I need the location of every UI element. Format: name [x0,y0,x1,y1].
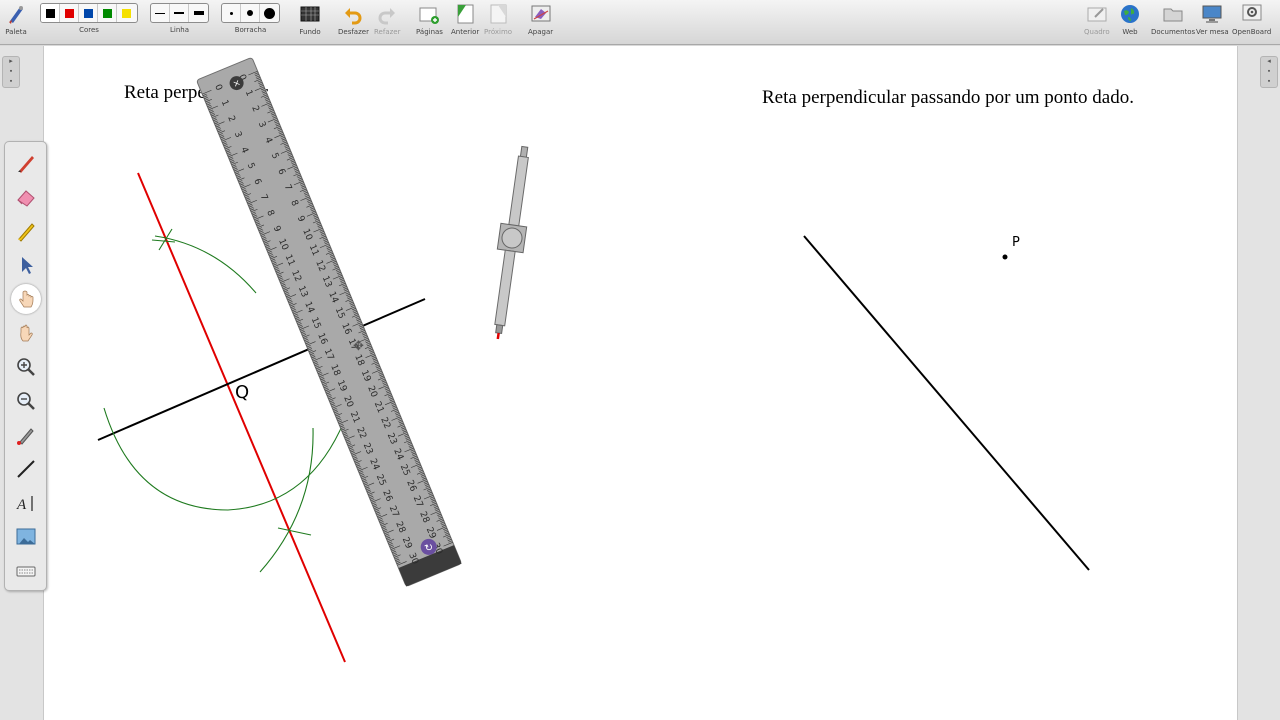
background-grid-icon [299,3,321,25]
title-right: Reta perpendicular passando por um ponto… [762,87,1134,108]
line-medium[interactable] [170,4,189,22]
whiteboard-canvas[interactable] [44,46,1237,720]
color-black[interactable] [41,4,60,22]
line-icon [17,460,35,478]
line-label: Linha [169,26,189,34]
board-icon [1086,3,1108,25]
folder-icon [1162,3,1184,25]
documents-mode-button[interactable]: Documentos [1151,3,1195,36]
redo-label: Refazer [374,28,401,36]
palette-button[interactable]: Paleta [5,3,27,36]
openboard-menu-button[interactable]: OpenBoard [1232,3,1271,36]
colors-label: Cores [79,26,99,34]
web-label: Web [1122,28,1138,36]
color-red[interactable] [60,4,79,22]
board-label: Quadro [1084,28,1110,36]
line-thick[interactable] [189,4,208,22]
pages-button[interactable]: Páginas [416,3,443,36]
previous-page-button[interactable]: Anterior [451,3,479,36]
web-mode-button[interactable]: Web [1119,3,1141,36]
selector-tool-button[interactable] [11,250,41,280]
eraser-medium[interactable] [241,4,260,22]
monitor-icon [1201,3,1223,25]
line-tool-button[interactable] [11,454,41,484]
zoom-in-icon [17,358,35,376]
eraser-large[interactable] [260,4,279,22]
zoom-out-icon [17,392,35,410]
zoom-out-button[interactable] [11,386,41,416]
marker-icon [18,223,35,242]
color-blue[interactable] [79,4,98,22]
hand-pointer-icon [19,290,34,308]
capture-tool-button[interactable] [11,522,41,552]
background-button[interactable]: Fundo [299,3,321,36]
keyboard-icon [16,566,36,577]
background-label: Fundo [299,28,321,36]
eraser-tool-button[interactable] [11,182,41,212]
interact-tool-button[interactable] [11,284,41,314]
next-label: Próximo [484,28,513,36]
main-toolbar: Paleta Cores Linha Borracha Fundo Desfaz… [0,0,1280,45]
documents-label: Documentos [1151,28,1196,36]
undo-icon [342,3,364,25]
eraser-size-group: Borracha [221,3,280,34]
undo-button[interactable]: Desfazer [338,3,369,36]
line-width-group: Linha [150,3,209,34]
eraser-small[interactable] [222,4,241,22]
redo-icon [376,3,398,25]
next-page-button[interactable]: Próximo [484,3,512,36]
globe-icon [1119,3,1141,25]
eraser-icon [17,190,35,207]
left-panel-toggle[interactable]: ▸ ▪ ▪ [2,56,20,88]
keyboard-button[interactable] [11,556,41,586]
text-tool-button[interactable]: A [11,488,41,518]
pages-icon [418,3,440,25]
undo-label: Desfazer [338,28,369,36]
hand-icon [20,324,33,342]
erase-label: Apagar [528,28,554,36]
erase-button[interactable]: Apagar [528,3,553,36]
palette-label: Paleta [5,28,27,36]
desktop-label: Ver mesa [1196,28,1229,36]
hand-tool-button[interactable] [11,318,41,348]
right-side-panel: ◂ ▪ ▪ [1237,46,1280,720]
erase-all-icon [530,3,552,25]
arrow-pointer-icon [22,257,33,274]
openboard-label: OpenBoard [1232,28,1272,36]
desktop-mode-button[interactable]: Ver mesa [1196,3,1229,36]
previous-page-icon [454,3,476,25]
zoom-in-button[interactable] [11,352,41,382]
gear-icon [1241,3,1263,25]
eraser-label: Borracha [234,26,267,34]
redo-button[interactable]: Refazer [374,3,400,36]
capture-icon [16,528,36,545]
pen-icon [18,156,34,173]
right-panel-toggle[interactable]: ◂ ▪ ▪ [1260,56,1278,88]
line-thin[interactable] [151,4,170,22]
svg-text:A: A [16,497,27,513]
pen-tool-button[interactable] [11,148,41,178]
board-mode-button[interactable]: Quadro [1084,3,1110,36]
text-icon: A [16,496,33,513]
palette-icon [5,3,27,25]
next-page-icon [487,3,509,25]
color-green[interactable] [98,4,117,22]
laser-pointer-icon [17,428,34,445]
pages-label: Páginas [416,28,443,36]
stylus-palette: A [4,141,47,591]
previous-label: Anterior [451,28,480,36]
laser-pointer-button[interactable] [11,420,41,450]
colors-group: Cores [40,3,138,34]
color-yellow[interactable] [117,4,136,22]
marker-tool-button[interactable] [11,216,41,246]
